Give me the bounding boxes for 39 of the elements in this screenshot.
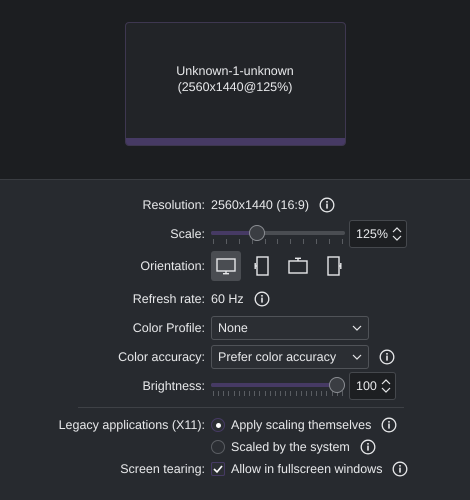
slider[interactable]	[211, 222, 345, 244]
field-label: Brightness:	[142, 378, 205, 392]
info-icon[interactable]	[381, 417, 398, 433]
field-label: Color Profile:	[132, 320, 205, 334]
spin-arrows-icon[interactable]	[380, 378, 391, 394]
field-label: Scale:	[170, 226, 205, 240]
orientation-button[interactable]	[211, 251, 241, 281]
info-icon[interactable]	[319, 196, 335, 212]
radio-button[interactable]	[211, 440, 225, 454]
slider-thumb[interactable]	[248, 224, 265, 240]
info-icon[interactable]	[392, 461, 408, 477]
option-label[interactable]: Allow in fullscreen windows	[231, 462, 382, 476]
spin-box[interactable]: 125%	[349, 220, 407, 248]
monitor-mode: (2560x1440@125%)	[178, 80, 292, 94]
field-label: Orientation:	[140, 259, 205, 273]
radio-button[interactable]	[211, 418, 225, 432]
info-icon[interactable]	[360, 439, 376, 455]
chevron-down-icon	[352, 324, 362, 330]
slider[interactable]	[211, 374, 345, 396]
option-label[interactable]: Apply scaling themselves	[231, 418, 372, 432]
monitor-name: Unknown-1-unknown	[176, 64, 294, 78]
option-label[interactable]: Scaled by the system	[231, 440, 350, 454]
value-text: 2560x1440 (16:9)	[211, 198, 309, 212]
spin-box[interactable]: 100	[349, 372, 396, 400]
info-icon[interactable]	[379, 348, 395, 364]
field-label: Refresh rate:	[132, 292, 205, 306]
field-label: Resolution:	[142, 198, 205, 212]
field-label: Color accuracy:	[118, 350, 205, 364]
monitor-preview[interactable]: Unknown-1-unknown (2560x1440@125%)	[124, 22, 346, 146]
checkbox[interactable]	[211, 462, 225, 476]
chevron-down-icon	[352, 354, 362, 360]
dropdown[interactable]: None	[211, 316, 369, 340]
dropdown[interactable]: Prefer color accuracy	[211, 344, 369, 368]
spin-arrows-icon[interactable]	[392, 226, 402, 242]
field-label: Screen tearing:	[120, 462, 205, 476]
value-text: 60 Hz	[211, 292, 244, 306]
field-label: Legacy applications (X11):	[58, 418, 205, 432]
slider-thumb[interactable]	[329, 376, 345, 392]
info-icon[interactable]	[254, 290, 270, 306]
